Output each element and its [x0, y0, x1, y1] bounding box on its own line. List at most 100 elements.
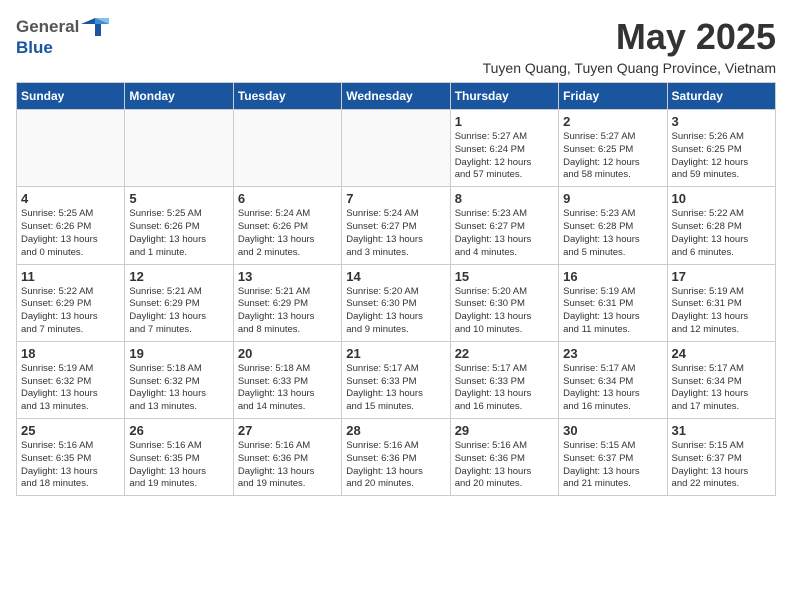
week-row-5: 25 Sunrise: 5:16 AM Sunset: 6:35 PM Dayli…	[17, 419, 776, 496]
day-number: 21	[346, 346, 445, 361]
day-info: Sunrise: 5:20 AM Sunset: 6:30 PM Dayligh…	[455, 286, 554, 337]
day-number: 12	[129, 269, 228, 284]
day-number: 6	[238, 191, 337, 206]
calendar-cell: 18Sunrise: 5:19 AM Sunset: 6:32 PM Dayli…	[17, 341, 125, 418]
calendar-cell: 23Sunrise: 5:17 AM Sunset: 6:34 PM Dayli…	[559, 341, 667, 418]
day-number: 3	[672, 114, 771, 129]
day-number: 1	[455, 114, 554, 129]
day-number: 31	[672, 423, 771, 438]
calendar-cell: 4 Sunrise: 5:25 AM Sunset: 6:26 PM Daylig…	[17, 187, 125, 264]
calendar-cell: 6Sunrise: 5:24 AM Sunset: 6:26 PM Daylig…	[233, 187, 341, 264]
day-info: Sunrise: 5:27 AM Sunset: 6:25 PM Dayligh…	[563, 131, 662, 182]
calendar-cell: 25 Sunrise: 5:16 AM Sunset: 6:35 PM Dayli…	[17, 419, 125, 496]
calendar-cell: 15 Sunrise: 5:20 AM Sunset: 6:30 PM Dayli…	[450, 264, 558, 341]
day-info: Sunrise: 5:16 AM Sunset: 6:36 PM Dayligh…	[238, 440, 337, 491]
day-info: Sunrise: 5:17 AM Sunset: 6:34 PM Dayligh…	[672, 363, 771, 414]
weekday-header-saturday: Saturday	[667, 83, 775, 110]
calendar-cell: 1 Sunrise: 5:27 AM Sunset: 6:24 PM Daylig…	[450, 110, 558, 187]
day-info: Sunrise: 5:16 AM Sunset: 6:36 PM Dayligh…	[346, 440, 445, 491]
day-info: Sunrise: 5:18 AM Sunset: 6:32 PM Dayligh…	[129, 363, 228, 414]
day-number: 5	[129, 191, 228, 206]
calendar-cell: 13 Sunrise: 5:21 AM Sunset: 6:29 PM Dayli…	[233, 264, 341, 341]
day-info: Sunrise: 5:27 AM Sunset: 6:24 PM Dayligh…	[455, 131, 554, 182]
day-number: 8	[455, 191, 554, 206]
calendar-cell: 24 Sunrise: 5:17 AM Sunset: 6:34 PM Dayli…	[667, 341, 775, 418]
calendar-cell	[125, 110, 233, 187]
day-number: 9	[563, 191, 662, 206]
day-info: Sunrise: 5:17 AM Sunset: 6:33 PM Dayligh…	[346, 363, 445, 414]
day-info: Sunrise: 5:19 AM Sunset: 6:31 PM Dayligh…	[672, 286, 771, 337]
day-number: 4	[21, 191, 120, 206]
day-number: 25	[21, 423, 120, 438]
calendar-cell: 22 Sunrise: 5:17 AM Sunset: 6:33 PM Dayli…	[450, 341, 558, 418]
week-row-3: 11Sunrise: 5:22 AM Sunset: 6:29 PM Dayli…	[17, 264, 776, 341]
location: Tuyen Quang, Tuyen Quang Province, Vietn…	[483, 60, 776, 76]
day-number: 24	[672, 346, 771, 361]
logo-general: General	[16, 17, 79, 37]
day-info: Sunrise: 5:20 AM Sunset: 6:30 PM Dayligh…	[346, 286, 445, 337]
day-info: Sunrise: 5:26 AM Sunset: 6:25 PM Dayligh…	[672, 131, 771, 182]
header: General Blue May 2025 Tuyen Quang, Tuyen…	[16, 16, 776, 76]
day-number: 11	[21, 269, 120, 284]
calendar-cell: 26Sunrise: 5:16 AM Sunset: 6:35 PM Dayli…	[125, 419, 233, 496]
calendar-cell	[233, 110, 341, 187]
weekday-header-sunday: Sunday	[17, 83, 125, 110]
week-row-2: 4 Sunrise: 5:25 AM Sunset: 6:26 PM Daylig…	[17, 187, 776, 264]
day-number: 10	[672, 191, 771, 206]
calendar-cell	[342, 110, 450, 187]
day-info: Sunrise: 5:21 AM Sunset: 6:29 PM Dayligh…	[238, 286, 337, 337]
calendar-cell: 7 Sunrise: 5:24 AM Sunset: 6:27 PM Daylig…	[342, 187, 450, 264]
calendar-cell: 9 Sunrise: 5:23 AM Sunset: 6:28 PM Daylig…	[559, 187, 667, 264]
calendar-cell: 31 Sunrise: 5:15 AM Sunset: 6:37 PM Dayli…	[667, 419, 775, 496]
day-number: 17	[672, 269, 771, 284]
calendar-cell: 30Sunrise: 5:15 AM Sunset: 6:37 PM Dayli…	[559, 419, 667, 496]
calendar-cell: 5Sunrise: 5:25 AM Sunset: 6:26 PM Daylig…	[125, 187, 233, 264]
calendar-table: SundayMondayTuesdayWednesdayThursdayFrid…	[16, 82, 776, 496]
day-info: Sunrise: 5:17 AM Sunset: 6:34 PM Dayligh…	[563, 363, 662, 414]
calendar-cell: 12 Sunrise: 5:21 AM Sunset: 6:29 PM Dayli…	[125, 264, 233, 341]
day-info: Sunrise: 5:16 AM Sunset: 6:35 PM Dayligh…	[21, 440, 120, 491]
day-info: Sunrise: 5:15 AM Sunset: 6:37 PM Dayligh…	[672, 440, 771, 491]
calendar-cell: 21 Sunrise: 5:17 AM Sunset: 6:33 PM Dayli…	[342, 341, 450, 418]
day-info: Sunrise: 5:24 AM Sunset: 6:27 PM Dayligh…	[346, 208, 445, 259]
calendar-cell: 19Sunrise: 5:18 AM Sunset: 6:32 PM Dayli…	[125, 341, 233, 418]
calendar-cell: 17 Sunrise: 5:19 AM Sunset: 6:31 PM Dayli…	[667, 264, 775, 341]
week-row-4: 18Sunrise: 5:19 AM Sunset: 6:32 PM Dayli…	[17, 341, 776, 418]
day-number: 29	[455, 423, 554, 438]
day-info: Sunrise: 5:23 AM Sunset: 6:28 PM Dayligh…	[563, 208, 662, 259]
calendar-cell: 2Sunrise: 5:27 AM Sunset: 6:25 PM Daylig…	[559, 110, 667, 187]
day-number: 16	[563, 269, 662, 284]
calendar-cell: 8Sunrise: 5:23 AM Sunset: 6:27 PM Daylig…	[450, 187, 558, 264]
calendar-cell: 3 Sunrise: 5:26 AM Sunset: 6:25 PM Daylig…	[667, 110, 775, 187]
title-block: May 2025 Tuyen Quang, Tuyen Quang Provin…	[483, 16, 776, 76]
logo-flag-icon	[81, 16, 109, 38]
day-number: 30	[563, 423, 662, 438]
day-number: 27	[238, 423, 337, 438]
weekday-header-thursday: Thursday	[450, 83, 558, 110]
month-year: May 2025	[483, 16, 776, 58]
calendar-cell: 11Sunrise: 5:22 AM Sunset: 6:29 PM Dayli…	[17, 264, 125, 341]
weekday-header-tuesday: Tuesday	[233, 83, 341, 110]
calendar-cell: 28 Sunrise: 5:16 AM Sunset: 6:36 PM Dayli…	[342, 419, 450, 496]
weekday-header-row: SundayMondayTuesdayWednesdayThursdayFrid…	[17, 83, 776, 110]
day-number: 13	[238, 269, 337, 284]
day-info: Sunrise: 5:16 AM Sunset: 6:35 PM Dayligh…	[129, 440, 228, 491]
weekday-header-friday: Friday	[559, 83, 667, 110]
weekday-header-monday: Monday	[125, 83, 233, 110]
week-row-1: 1 Sunrise: 5:27 AM Sunset: 6:24 PM Daylig…	[17, 110, 776, 187]
day-number: 28	[346, 423, 445, 438]
day-number: 7	[346, 191, 445, 206]
day-number: 22	[455, 346, 554, 361]
day-info: Sunrise: 5:17 AM Sunset: 6:33 PM Dayligh…	[455, 363, 554, 414]
logo: General Blue	[16, 16, 109, 58]
day-number: 15	[455, 269, 554, 284]
day-info: Sunrise: 5:25 AM Sunset: 6:26 PM Dayligh…	[21, 208, 120, 259]
day-info: Sunrise: 5:18 AM Sunset: 6:33 PM Dayligh…	[238, 363, 337, 414]
calendar-cell: 10Sunrise: 5:22 AM Sunset: 6:28 PM Dayli…	[667, 187, 775, 264]
day-info: Sunrise: 5:16 AM Sunset: 6:36 PM Dayligh…	[455, 440, 554, 491]
calendar-cell: 29 Sunrise: 5:16 AM Sunset: 6:36 PM Dayli…	[450, 419, 558, 496]
day-number: 14	[346, 269, 445, 284]
calendar-cell: 16Sunrise: 5:19 AM Sunset: 6:31 PM Dayli…	[559, 264, 667, 341]
day-info: Sunrise: 5:21 AM Sunset: 6:29 PM Dayligh…	[129, 286, 228, 337]
day-number: 18	[21, 346, 120, 361]
